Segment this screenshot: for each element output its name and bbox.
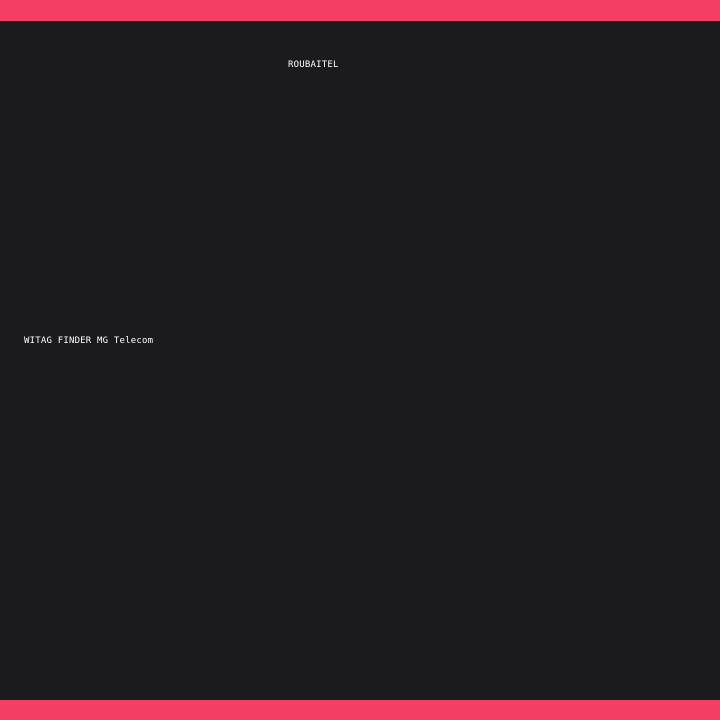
page-title: ROUBAITEL [288, 60, 339, 70]
app-screen: ROUBAITEL WITAG FINDER MG Telecom [0, 0, 720, 720]
bottom-accent-bar [0, 700, 720, 720]
status-text: WITAG FINDER MG Telecom [24, 336, 154, 346]
top-accent-bar [0, 0, 720, 21]
